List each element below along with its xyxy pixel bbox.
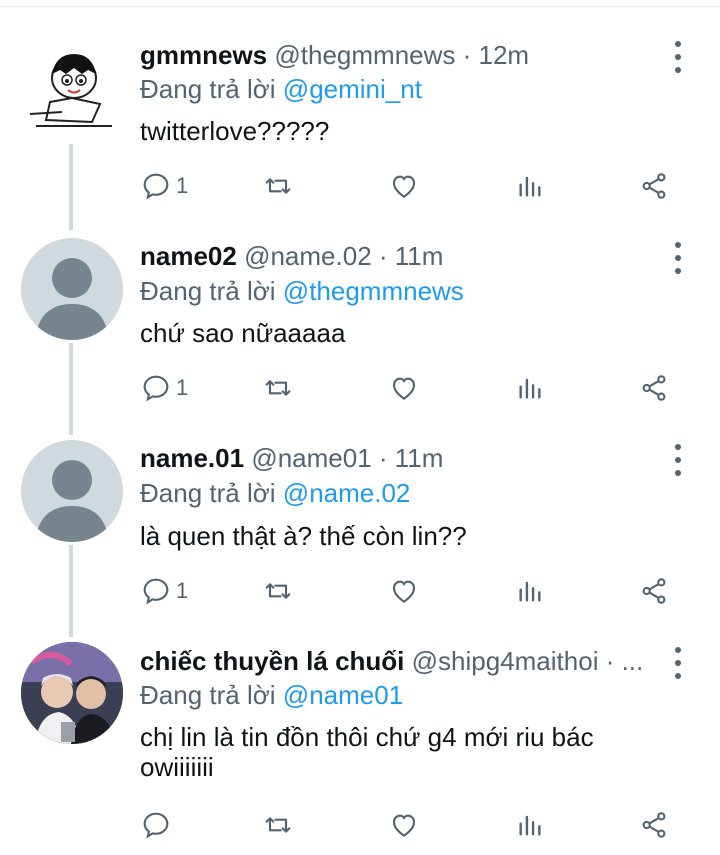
reply-icon: [143, 812, 169, 839]
retweet-icon: [265, 817, 291, 833]
reply-icon: [143, 578, 169, 605]
tweet-text: chứ sao nữaaaaa: [140, 318, 346, 348]
replying-to: Đang trả lời @thegmmnews: [140, 276, 464, 306]
heart-icon: [392, 377, 416, 400]
thread-line: [69, 545, 73, 637]
share-button[interactable]: [638, 805, 670, 845]
retweet-button[interactable]: [262, 805, 294, 845]
reply-button[interactable]: 1: [140, 571, 188, 611]
share-icon: [642, 812, 666, 838]
replying-to: Đang trả lời @gemini_nt: [140, 74, 422, 104]
reply-mention[interactable]: @thegmmnews: [283, 276, 464, 306]
share-icon: [642, 375, 666, 401]
tweet-header: chiếc thuyền lá chuối @shipg4maithoi · .…: [140, 646, 660, 676]
replying-to: Đang trả lời @name.02: [140, 478, 410, 508]
reply-icon: [143, 375, 169, 402]
reply-icon: [143, 173, 169, 200]
reply-count: 1: [176, 375, 189, 400]
tweet-header: gmmnews @thegmmnews · 12m: [140, 40, 660, 70]
analytics-icon: [519, 176, 541, 197]
reply-button[interactable]: 1: [140, 166, 188, 206]
share-icon: [642, 578, 666, 604]
reply-mention[interactable]: @name.02: [283, 478, 411, 508]
handle-time: @name01 · 11m: [251, 443, 444, 473]
heart-icon: [392, 175, 416, 198]
retweet-button[interactable]: [262, 368, 294, 408]
display-name[interactable]: name.01: [140, 443, 244, 473]
photo-avatar-icon: [21, 642, 123, 744]
retweet-icon: [265, 583, 291, 599]
action-bar: 1: [140, 166, 700, 206]
display-name[interactable]: gmmnews: [140, 40, 267, 70]
heart-icon: [392, 580, 416, 603]
like-button[interactable]: [388, 368, 420, 408]
analytics-icon: [519, 378, 541, 399]
analytics-button[interactable]: [514, 571, 546, 611]
tweet-header: name.01 @name01 · 11m: [140, 443, 660, 473]
retweet-icon: [265, 178, 291, 194]
analytics-button[interactable]: [514, 368, 546, 408]
analytics-button[interactable]: [514, 805, 546, 845]
reply-mention[interactable]: @name01: [283, 680, 403, 710]
avatar-photo[interactable]: [21, 642, 123, 744]
share-icon: [642, 173, 666, 199]
reply-button[interactable]: [140, 805, 176, 845]
reply-count: 1: [176, 578, 189, 603]
reply-prefix: Đang trả lời: [140, 478, 276, 508]
more-options-icon[interactable]: [668, 444, 688, 476]
reply-prefix: Đang trả lời: [140, 276, 276, 306]
reply-prefix: Đang trả lời: [140, 74, 276, 104]
analytics-button[interactable]: [514, 166, 546, 206]
display-name[interactable]: chiếc thuyền lá chuối: [140, 646, 404, 676]
thread-line: [69, 140, 73, 230]
analytics-icon: [519, 581, 541, 602]
like-button[interactable]: [388, 166, 420, 206]
reply-prefix: Đang trả lời: [140, 680, 276, 710]
cartoon-avatar-icon: [29, 54, 112, 127]
reply-mention[interactable]: @gemini_nt: [283, 74, 422, 104]
avatar-default[interactable]: [21, 440, 123, 542]
retweet-icon: [265, 380, 291, 396]
heart-icon: [392, 814, 416, 837]
share-button[interactable]: [638, 368, 670, 408]
share-button[interactable]: [638, 571, 670, 611]
retweet-button[interactable]: [262, 571, 294, 611]
action-bar: 1: [140, 571, 700, 611]
action-bar: 1: [140, 368, 700, 408]
retweet-button[interactable]: [262, 166, 294, 206]
tweet-text: chị lin là tin đồn thôi chứ g4 mới riu b…: [140, 722, 594, 782]
action-bar: [140, 805, 700, 845]
display-name[interactable]: name02: [140, 241, 237, 271]
handle-time: @thegmmnews · 12m: [274, 40, 530, 70]
handle-time: @shipg4maithoi · ...: [411, 646, 644, 676]
tweet-header: name02 @name.02 · 11m: [140, 241, 660, 271]
more-options-icon[interactable]: [668, 647, 688, 679]
analytics-icon: [519, 815, 541, 836]
replying-to: Đang trả lời @name01: [140, 680, 403, 710]
reply-button[interactable]: 1: [140, 368, 188, 408]
tweet-text: là quen thật à? thế còn lin??: [140, 521, 467, 551]
share-button[interactable]: [638, 166, 670, 206]
more-options-icon[interactable]: [668, 242, 688, 274]
like-button[interactable]: [388, 805, 420, 845]
more-options-icon[interactable]: [668, 41, 688, 73]
tweet-text: twitterlove?????: [140, 116, 330, 146]
thread-line: [69, 343, 73, 435]
handle-time: @name.02 · 11m: [244, 241, 444, 271]
default-profile-icon: [35, 258, 109, 340]
like-button[interactable]: [388, 571, 420, 611]
default-profile-icon: [35, 460, 109, 542]
avatar-cartoon[interactable]: [22, 40, 126, 144]
top-divider: [0, 6, 720, 7]
reply-count: 1: [176, 173, 189, 198]
avatar-default[interactable]: [21, 238, 123, 340]
